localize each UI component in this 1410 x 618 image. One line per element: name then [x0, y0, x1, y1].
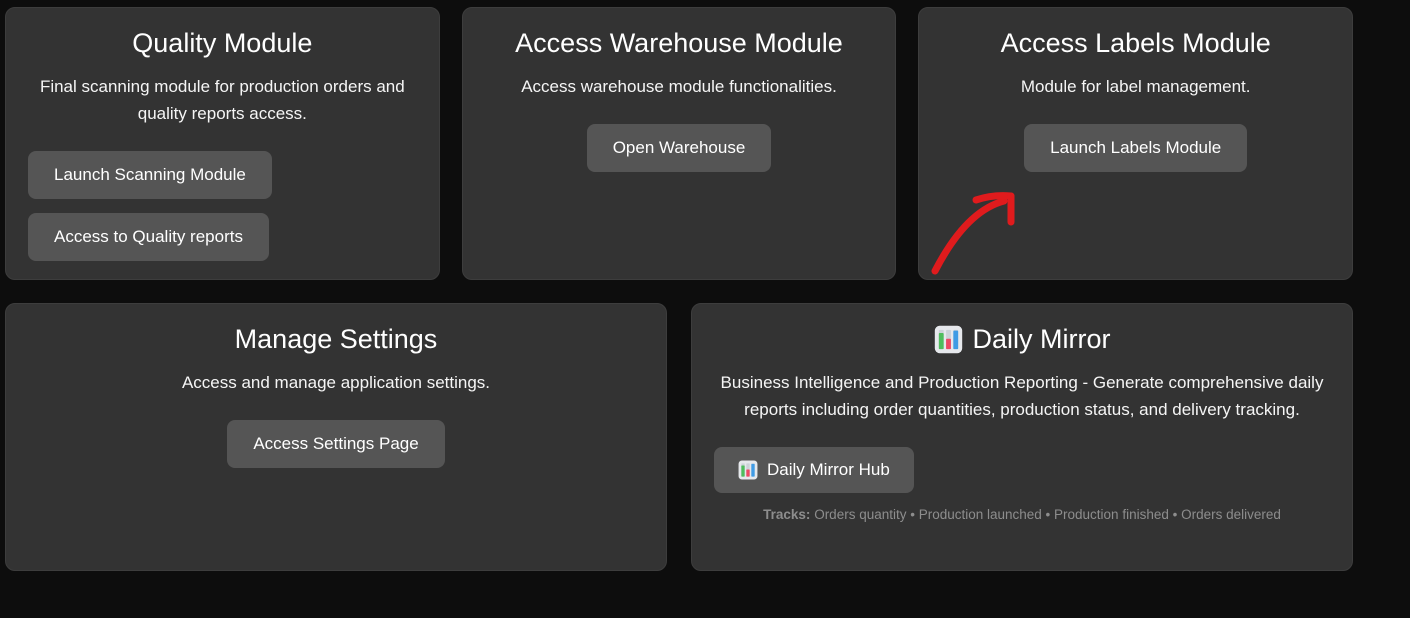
launch-scanning-module-button[interactable]: Launch Scanning Module	[28, 151, 272, 199]
card-manage-settings: Manage Settings Access and manage applic…	[5, 303, 667, 571]
card-access-labels-module: Access Labels Module Module for label ma…	[918, 7, 1353, 280]
card-quality-module: Quality Module Final scanning module for…	[5, 7, 440, 280]
launch-labels-module-button[interactable]: Launch Labels Module	[1024, 124, 1247, 172]
card-access-warehouse-module: Access Warehouse Module Access warehouse…	[462, 7, 897, 280]
card-title-access-warehouse: Access Warehouse Module	[485, 28, 874, 59]
card-description-access-labels: Module for label management.	[941, 73, 1330, 100]
settings-button-group: Access Settings Page	[28, 420, 644, 468]
daily-mirror-button-group: Daily Mirror Hub	[714, 447, 1330, 493]
card-daily-mirror: Daily Mirror Business Intelligence and P…	[691, 303, 1353, 571]
module-dashboard: Quality Module Final scanning module for…	[5, 7, 1353, 571]
daily-mirror-hub-button-label: Daily Mirror Hub	[767, 460, 890, 480]
card-description-daily-mirror: Business Intelligence and Production Rep…	[714, 369, 1330, 423]
daily-mirror-title-text: Daily Mirror	[973, 324, 1111, 355]
card-description-access-warehouse: Access warehouse module functionalities.	[485, 73, 874, 100]
card-title-quality-module: Quality Module	[28, 28, 417, 59]
tracks-items: Orders quantity • Production launched • …	[814, 507, 1281, 522]
bar-chart-icon	[738, 460, 758, 480]
open-warehouse-button[interactable]: Open Warehouse	[587, 124, 772, 172]
access-quality-reports-button[interactable]: Access to Quality reports	[28, 213, 269, 261]
bottom-row: Manage Settings Access and manage applic…	[5, 303, 1353, 571]
access-settings-page-button[interactable]: Access Settings Page	[227, 420, 444, 468]
tracks-label: Tracks:	[763, 507, 810, 522]
bar-chart-icon	[934, 325, 963, 354]
daily-mirror-hub-button[interactable]: Daily Mirror Hub	[714, 447, 914, 493]
card-description-manage-settings: Access and manage application settings.	[28, 369, 644, 396]
tracks-summary: Tracks: Orders quantity • Production lau…	[714, 507, 1330, 523]
warehouse-button-group: Open Warehouse	[485, 124, 874, 172]
labels-button-group: Launch Labels Module	[941, 124, 1330, 172]
card-title-daily-mirror: Daily Mirror	[714, 324, 1330, 355]
top-row: Quality Module Final scanning module for…	[5, 7, 1353, 280]
card-description-quality-module: Final scanning module for production ord…	[28, 73, 417, 127]
card-title-manage-settings: Manage Settings	[28, 324, 644, 355]
card-title-access-labels: Access Labels Module	[941, 28, 1330, 59]
quality-button-group: Launch Scanning Module Access to Quality…	[28, 151, 417, 261]
